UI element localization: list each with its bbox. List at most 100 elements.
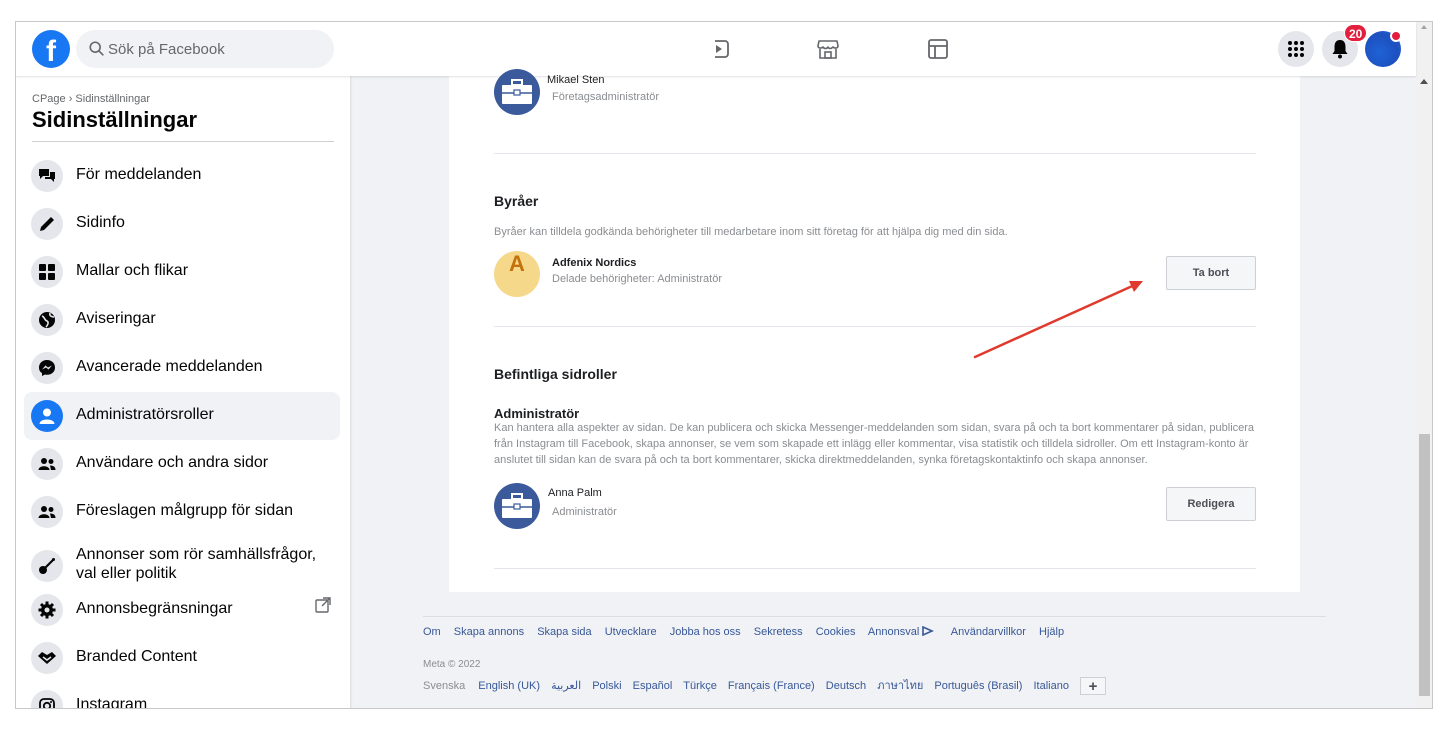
pencil-icon bbox=[31, 208, 63, 240]
footer-link-terms[interactable]: Användarvillkor bbox=[951, 626, 1026, 638]
annotation-arrow bbox=[973, 281, 1143, 359]
menu-button[interactable] bbox=[1278, 31, 1314, 67]
instagram-icon bbox=[31, 690, 63, 708]
agency-name[interactable]: Adfenix Nordics bbox=[552, 257, 636, 269]
footer-divider bbox=[423, 616, 1326, 617]
facebook-logo[interactable]: f bbox=[32, 30, 70, 68]
scroll-up-icon bbox=[1421, 25, 1427, 29]
sidebar-item-label: Föreslagen målgrupp för sidan bbox=[76, 502, 294, 519]
globe-icon bbox=[31, 304, 63, 336]
language-link[interactable]: ภาษาไทย bbox=[877, 680, 923, 692]
agencies-description: Byråer kan tilldela godkända behörighete… bbox=[494, 226, 1008, 238]
footer-link-careers[interactable]: Jobba hos oss bbox=[670, 626, 741, 638]
business-admin-avatar[interactable] bbox=[494, 69, 540, 115]
language-link[interactable]: Polski bbox=[592, 680, 621, 692]
current-language: Svenska bbox=[423, 680, 466, 692]
sidebar-item-branded-content[interactable]: Branded Content bbox=[24, 634, 340, 682]
language-link[interactable]: العربية bbox=[551, 680, 581, 692]
language-link[interactable]: Español bbox=[633, 680, 673, 692]
agency-avatar[interactable]: A bbox=[494, 251, 540, 297]
footer-link-developers[interactable]: Utvecklare bbox=[605, 626, 657, 638]
language-link[interactable]: Italiano bbox=[1033, 680, 1068, 692]
business-admin-name[interactable]: Mikael Sten bbox=[547, 74, 604, 86]
briefcase-icon bbox=[502, 79, 532, 104]
agencies-heading: Byråer bbox=[494, 193, 539, 209]
role-title: Administratör bbox=[494, 406, 580, 421]
footer-link-ad-choices[interactable]: Annonsval bbox=[868, 626, 919, 638]
sidebar-item-label: Mallar och flikar bbox=[76, 262, 189, 279]
admin-avatar[interactable] bbox=[494, 483, 540, 529]
scrollbar-thumb[interactable] bbox=[1419, 434, 1430, 696]
sidebar-divider bbox=[32, 141, 334, 142]
people-icon bbox=[31, 448, 63, 480]
admin-role: Administratör bbox=[552, 506, 617, 518]
copyright: Meta © 2022 bbox=[423, 659, 481, 670]
sidebar-item-ad-limits[interactable]: Annonsbegränsningar bbox=[24, 586, 340, 634]
sidebar-item-label: Annonsbegränsningar bbox=[76, 600, 233, 617]
chat-bubbles-icon bbox=[31, 160, 63, 192]
more-languages-button[interactable]: + bbox=[1080, 677, 1107, 696]
header-overlap bbox=[449, 22, 715, 76]
sidebar-item-label: Instagram bbox=[76, 696, 148, 709]
breadcrumb[interactable]: CPage › Sidinställningar bbox=[32, 93, 150, 105]
page-scrollbar[interactable] bbox=[1416, 76, 1432, 708]
pages-icon[interactable] bbox=[925, 36, 951, 62]
sidebar-item-instagram[interactable]: Instagram bbox=[24, 682, 340, 709]
sidebar-item-suggested-audience[interactable]: Föreslagen målgrupp för sidan bbox=[24, 488, 340, 536]
sidebar-item-label: Branded Content bbox=[76, 648, 197, 665]
footer-link-about[interactable]: Om bbox=[423, 626, 441, 638]
sidebar-item-users-pages[interactable]: Användare och andra sidor bbox=[24, 440, 340, 488]
sidebar-item-label: Användare och andra sidor bbox=[76, 454, 269, 471]
page-roles-heading: Befintliga sidroller bbox=[494, 366, 617, 382]
footer-link-privacy[interactable]: Sekretess bbox=[754, 626, 803, 638]
sidebar-item-label: För meddelanden bbox=[76, 166, 202, 183]
divider bbox=[494, 153, 1256, 154]
page-roles-card: Byråer Byråer kan tilldela godkända behö… bbox=[449, 54, 1300, 592]
language-link[interactable]: Deutsch bbox=[826, 680, 866, 692]
facebook-header: f 20 bbox=[16, 22, 1416, 76]
guitar-icon bbox=[31, 550, 63, 582]
grid-icon bbox=[31, 256, 63, 288]
browser-viewport: f 20 CPage › Sidinställningar Sidinställ… bbox=[15, 21, 1433, 709]
remove-agency-button[interactable]: Ta bort bbox=[1166, 256, 1256, 290]
business-admin-role: Företagsadministratör bbox=[552, 91, 659, 103]
person-icon bbox=[31, 400, 63, 432]
search-box[interactable] bbox=[76, 30, 334, 68]
language-link[interactable]: Français (France) bbox=[728, 680, 815, 692]
footer-link-cookies[interactable]: Cookies bbox=[816, 626, 856, 638]
sidebar-item-page-info[interactable]: Sidinfo bbox=[24, 200, 340, 248]
scroll-up-arrow-icon bbox=[1420, 79, 1428, 84]
footer-link-create-page[interactable]: Skapa sida bbox=[537, 626, 591, 638]
marketplace-icon[interactable] bbox=[815, 36, 841, 62]
edit-role-button[interactable]: Redigera bbox=[1166, 487, 1256, 521]
role-description: Kan hantera alla aspekter av sidan. De k… bbox=[494, 422, 1255, 466]
footer-link-create-ad[interactable]: Skapa annons bbox=[454, 626, 524, 638]
people-icon bbox=[31, 496, 63, 528]
status-dot bbox=[1390, 30, 1402, 42]
sidebar-item-templates[interactable]: Mallar och flikar bbox=[24, 248, 340, 296]
sidebar-item-label: Sidinfo bbox=[76, 214, 125, 231]
search-input[interactable] bbox=[108, 30, 318, 68]
outer-scrollbar[interactable] bbox=[1416, 22, 1432, 76]
footer-link-help[interactable]: Hjälp bbox=[1039, 626, 1064, 638]
settings-sidebar: CPage › Sidinställningar Sidinställninga… bbox=[16, 76, 350, 709]
handshake-icon bbox=[31, 642, 63, 674]
sidebar-title: Sidinställningar bbox=[32, 107, 198, 132]
sidebar-item-admin-roles[interactable]: Administratörsroller bbox=[24, 392, 340, 440]
sidebar-item-messages[interactable]: För meddelanden bbox=[24, 152, 340, 200]
gear-icon bbox=[31, 594, 63, 626]
admin-name[interactable]: Anna Palm bbox=[548, 487, 602, 499]
footer-links: Om Skapa annons Skapa sida Utvecklare Jo… bbox=[423, 626, 1074, 638]
sidebar-item-advanced-messaging[interactable]: Avancerade meddelanden bbox=[24, 344, 340, 392]
sidebar-item-notifications[interactable]: Aviseringar bbox=[24, 296, 340, 344]
sidebar-item-label: Annonser som rör samhällsfrågor, val ell… bbox=[76, 546, 317, 582]
sidebar-item-label: Administratörsroller bbox=[76, 406, 214, 423]
agency-permissions: Delade behörigheter: Administratör bbox=[552, 273, 722, 285]
language-link[interactable]: Português (Brasil) bbox=[934, 680, 1022, 692]
language-link[interactable]: Türkçe bbox=[683, 680, 717, 692]
language-link[interactable]: English (UK) bbox=[478, 680, 540, 692]
search-icon bbox=[89, 41, 104, 56]
adchoices-icon bbox=[922, 626, 935, 636]
sidebar-item-label: Avancerade meddelanden bbox=[76, 358, 263, 375]
sidebar-item-political-ads[interactable]: Annonser som rör samhällsfrågor, val ell… bbox=[24, 540, 340, 592]
